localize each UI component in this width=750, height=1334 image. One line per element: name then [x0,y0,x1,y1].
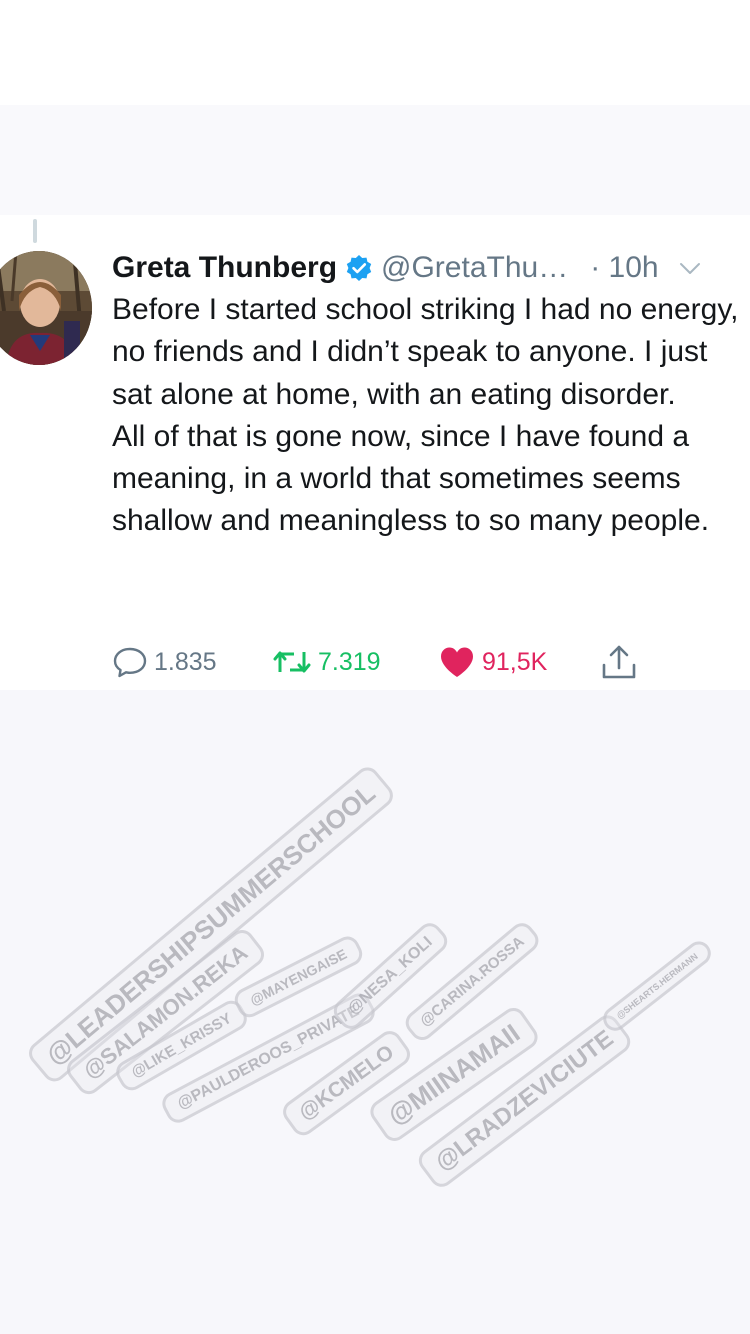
watermark-tag: @LRADZEVICIUTE [414,1010,636,1192]
avatar[interactable] [0,251,92,365]
watermark-tag: @MAYENGAISE [230,932,366,1022]
reply-icon [112,644,148,680]
tweet-text: Before I started school striking I had n… [112,293,739,538]
reply-button[interactable]: 1.835 [112,641,217,683]
separator-area [0,105,750,215]
tweet-actions: 1.835 7.319 91,5K [112,641,712,683]
tweet-header: Greta Thunberg @GretaThu… · 10h [112,245,742,291]
watermark-tag: @SHEARTS.HERMANN [598,936,716,1036]
share-icon [600,643,638,681]
watermark-tag: @LIKE_KRISSY [111,996,252,1095]
retweet-icon [272,644,312,680]
heart-icon [438,644,476,680]
tweet-card[interactable]: Greta Thunberg @GretaThu… · 10h Before I… [0,215,750,690]
chevron-down-icon[interactable] [677,255,703,281]
retweet-count: 7.319 [318,647,381,676]
author-handle[interactable]: @GretaThu… [381,251,568,285]
watermark-tag: @CARINA.ROSSA [400,918,544,1045]
like-count: 91,5K [482,647,548,676]
watermark-tag: @NESA_KOLI [328,918,453,1034]
watermark-tag: @LEADERSHIPSUMMERSCHOOL [24,762,398,1087]
watermark-tag: @PAULDEROOS_PRIVATE [158,989,380,1127]
tweet-timestamp[interactable]: · 10h [590,251,658,285]
reply-count: 1.835 [154,647,217,676]
verified-badge-icon [345,254,373,282]
like-button[interactable]: 91,5K [438,641,547,683]
retweet-button[interactable]: 7.319 [272,641,381,683]
author-name[interactable]: Greta Thunberg [112,251,337,285]
watermark-tag: @KCMELO [278,1026,416,1140]
share-button[interactable] [600,641,638,683]
avatar-photo [0,251,92,365]
top-blank-area [0,0,750,105]
thread-line [33,219,37,243]
watermark-tag: @SALAMON.REKA [62,925,269,1099]
watermark-tag: @MIINAMAII [365,1003,543,1146]
